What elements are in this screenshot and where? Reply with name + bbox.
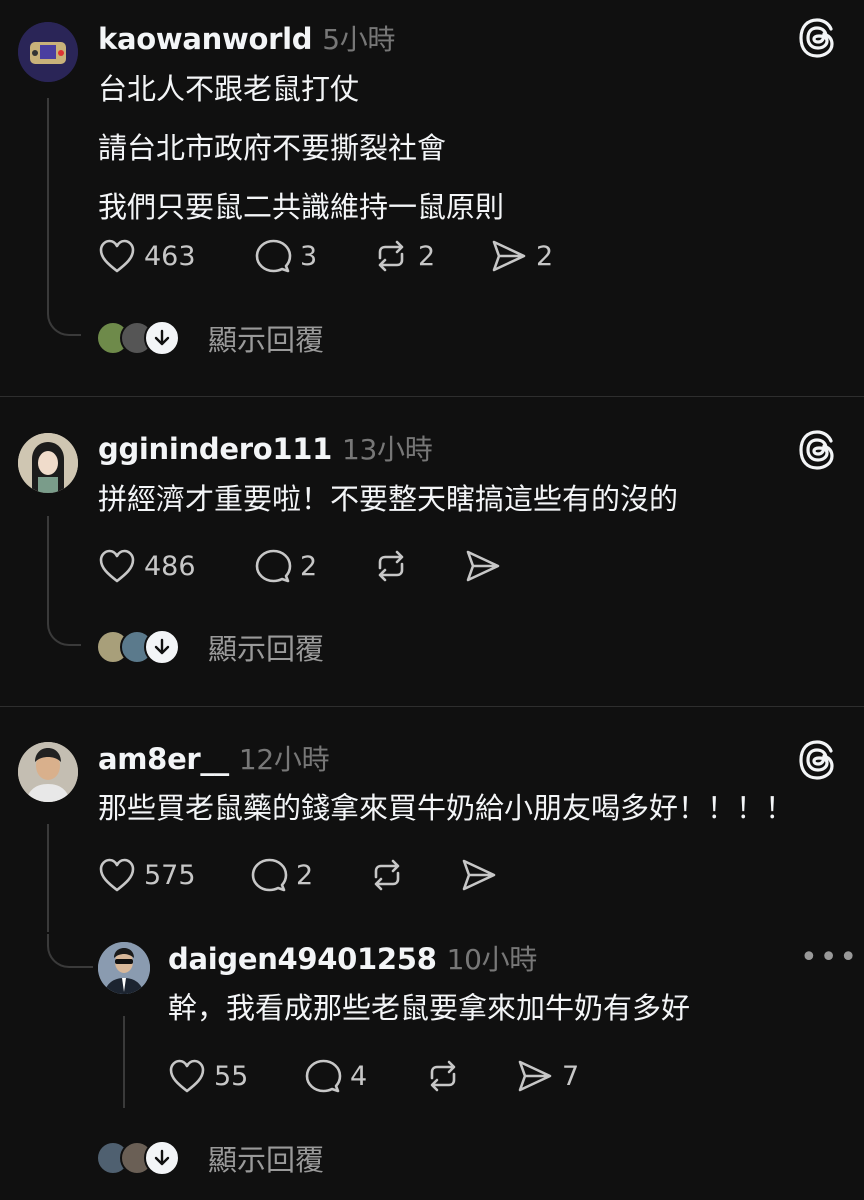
timestamp: 10小時 [446,943,538,976]
share-button[interactable] [460,857,506,893]
like-button[interactable]: 486 [98,548,196,584]
heart-icon [99,239,135,273]
threads-logo-icon[interactable] [798,430,836,474]
like-count: 486 [144,550,196,582]
show-replies-label[interactable]: 顯示回覆 [208,317,324,359]
repost-button[interactable] [424,1058,470,1094]
avatar[interactable] [18,22,78,82]
username[interactable]: gginindero111 13小時 [98,428,433,468]
post-line: 那些買老鼠藥的錢拿來買牛奶給小朋友喝多好！！！！ [98,791,795,825]
thread-line [47,516,49,616]
comment-count: 4 [350,1060,368,1092]
separator [0,396,864,397]
show-replies[interactable]: 顯示回覆 [96,626,324,668]
comment-count: 2 [296,859,314,891]
username[interactable]: am8er__ 12小時 [98,738,330,778]
username[interactable]: kaowanworld 5小時 [98,18,395,58]
post-text: 那些買老鼠藥的錢拿來買牛奶給小朋友喝多好！！！！ [98,779,794,838]
post-line: 拼經濟才重要啦！不要整天瞎搞這些有的沒的 [98,482,679,516]
repost-count: 2 [418,240,436,272]
repost-button[interactable]: 2 [372,238,435,274]
like-count: 463 [144,240,196,272]
repost-icon [378,240,404,272]
avatar[interactable] [18,742,78,802]
send-icon [462,859,496,891]
comment-count: 2 [300,550,318,582]
share-button[interactable] [464,548,510,584]
threads-logo-icon[interactable] [798,18,836,62]
share-count: 2 [536,240,554,272]
show-replies[interactable]: 顯示回覆 [96,1137,324,1179]
comment-button[interactable]: 2 [254,548,317,584]
post-line: 台北人不跟老鼠打仗 [98,72,360,106]
comment-count: 3 [300,240,318,272]
show-replies-label[interactable]: 顯示回覆 [208,626,324,668]
post-line: 我們只要鼠二共識維持一鼠原則 [98,190,505,224]
username-text[interactable]: daigen49401258 [168,942,437,976]
username-text[interactable]: am8er__ [98,742,229,776]
like-button[interactable]: 463 [98,238,196,274]
share-count: 7 [562,1060,580,1092]
username-text[interactable]: gginindero111 [98,432,332,466]
thread-line [123,1016,125,1108]
timestamp: 13小時 [341,433,433,466]
thread-line [47,824,49,932]
share-button[interactable]: 2 [490,238,553,274]
heart-icon [99,858,135,892]
repost-icon [374,859,400,891]
like-count: 575 [144,859,196,891]
more-options-icon[interactable]: ••• [800,940,859,975]
avatar[interactable] [18,433,78,493]
send-icon [518,1060,552,1092]
arrow-down-icon [144,629,180,665]
thread-line [47,98,49,308]
send-icon [492,240,526,272]
comment-button[interactable]: 3 [254,238,317,274]
repost-button[interactable] [368,857,414,893]
comment-icon [305,1059,342,1093]
comment-button[interactable]: 4 [304,1058,367,1094]
timestamp: 12小時 [238,743,330,776]
reply-text: 幹，我看成那些老鼠要拿來加牛奶有多好 [168,991,691,1025]
username-text[interactable]: kaowanworld [98,22,313,56]
like-count: 55 [214,1060,249,1092]
timestamp: 5小時 [322,23,396,56]
comment-icon [255,549,292,583]
comment-button[interactable]: 2 [250,857,313,893]
separator [0,706,864,707]
thread-curve [47,302,81,336]
like-button[interactable]: 55 [168,1058,248,1094]
thread-curve [47,612,81,646]
share-button[interactable]: 7 [516,1058,579,1094]
heart-icon [169,1059,205,1093]
show-replies-label[interactable]: 顯示回覆 [208,1137,324,1179]
comment-icon [255,239,292,273]
post-text: 台北人不跟老鼠打仗 請台北市政府不要撕裂社會 我們只要鼠二共識維持一鼠原則 [98,60,504,237]
threads-logo-icon[interactable] [798,740,836,784]
repost-icon [378,550,404,582]
repost-button[interactable] [372,548,418,584]
repost-icon [430,1060,456,1092]
like-button[interactable]: 575 [98,857,196,893]
comment-icon [251,858,288,892]
reply-username[interactable]: daigen49401258 10小時 [168,938,537,978]
send-icon [466,550,500,582]
arrow-down-icon [144,320,180,356]
heart-icon [99,549,135,583]
post-line: 請台北市政府不要撕裂社會 [98,131,447,165]
avatar[interactable] [98,942,150,994]
show-replies[interactable]: 顯示回覆 [96,317,324,359]
arrow-down-icon [144,1140,180,1176]
thread-curve [47,934,93,968]
post-text: 拼經濟才重要啦！不要整天瞎搞這些有的沒的 [98,470,678,529]
